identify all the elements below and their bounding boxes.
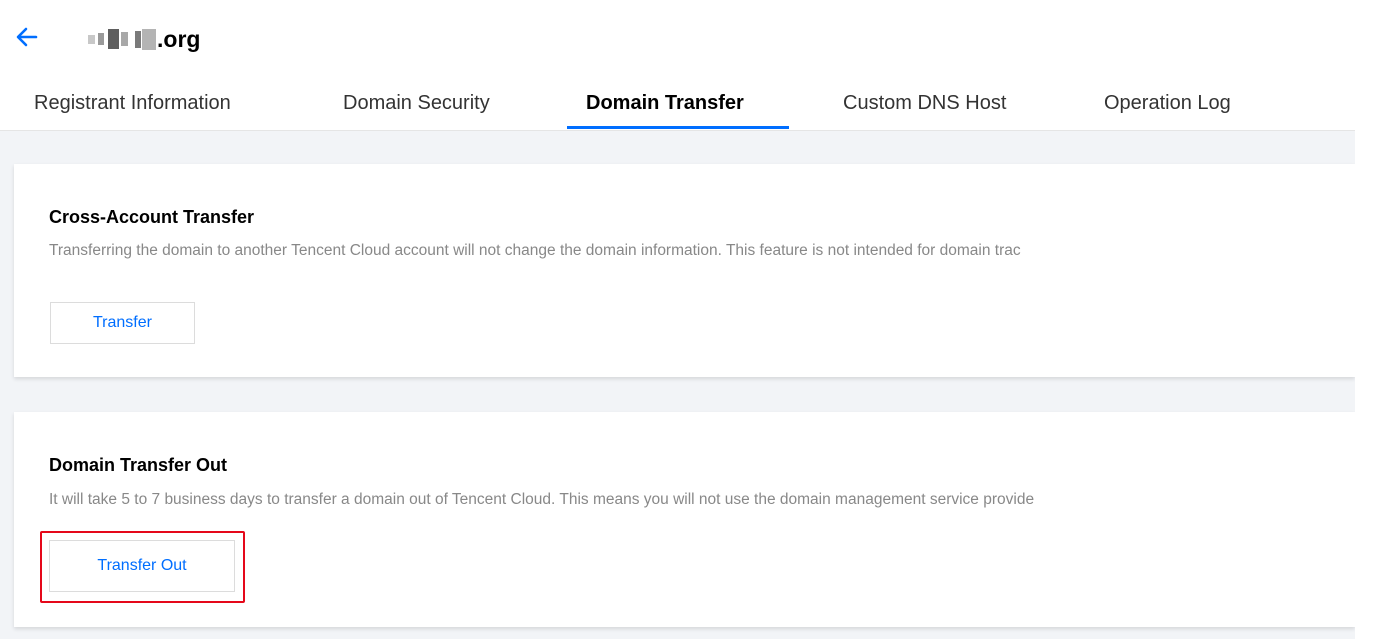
- tab-bar: Registrant Information Domain Security D…: [0, 80, 1355, 131]
- arrow-left-icon: [16, 27, 38, 47]
- tab-custom-dns-host[interactable]: Custom DNS Host: [843, 92, 1006, 115]
- back-button[interactable]: [12, 22, 42, 52]
- domain-transfer-out-card: Domain Transfer Out It will take 5 to 7 …: [14, 412, 1355, 627]
- right-edge: [1355, 0, 1375, 639]
- cross-account-transfer-title: Cross-Account Transfer: [49, 207, 255, 227]
- tab-domain-security[interactable]: Domain Security: [343, 92, 490, 115]
- transfer-button[interactable]: Transfer: [50, 302, 195, 344]
- domain-transfer-out-description: It will take 5 to 7 business days to tra…: [49, 491, 1035, 508]
- redacted-domain-name: [88, 27, 156, 51]
- page-header: .org: [0, 0, 1355, 80]
- tab-registrant-information[interactable]: Registrant Information: [34, 92, 231, 115]
- tab-domain-transfer[interactable]: Domain Transfer: [586, 92, 744, 115]
- content-area: Cross-Account Transfer Transferring the …: [0, 131, 1355, 639]
- domain-title: .org: [88, 24, 200, 54]
- domain-suffix: .org: [157, 25, 201, 52]
- cross-account-transfer-description: Transferring the domain to another Tence…: [49, 242, 1021, 259]
- cross-account-transfer-card: Cross-Account Transfer Transferring the …: [14, 164, 1355, 377]
- active-tab-indicator: [567, 126, 789, 129]
- transfer-out-button[interactable]: Transfer Out: [49, 540, 235, 592]
- tab-operation-log[interactable]: Operation Log: [1104, 92, 1231, 115]
- domain-transfer-out-title: Domain Transfer Out: [49, 455, 228, 475]
- domain-detail-page: .org Registrant Information Domain Secur…: [0, 0, 1375, 639]
